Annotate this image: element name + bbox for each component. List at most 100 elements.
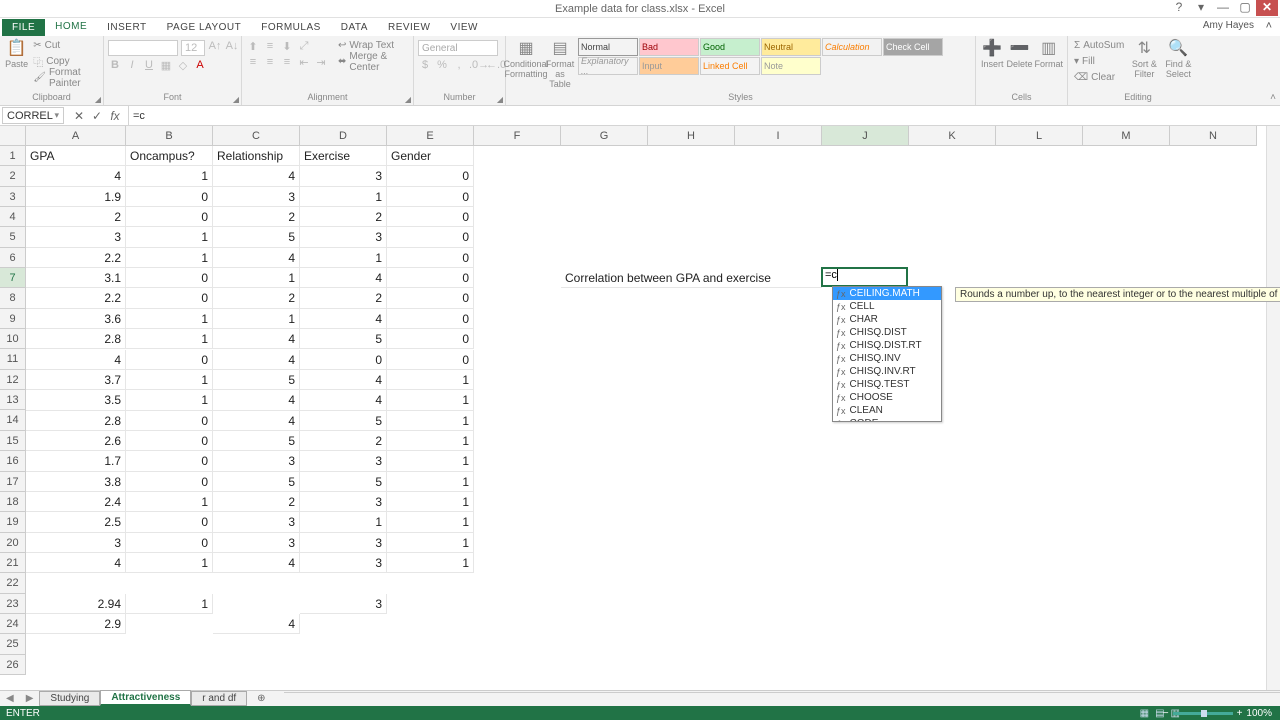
column-header[interactable]: D bbox=[300, 126, 387, 146]
cell[interactable]: 5 bbox=[213, 370, 300, 390]
shrink-font-icon[interactable]: A↓ bbox=[225, 40, 239, 56]
column-header[interactable]: E bbox=[387, 126, 474, 146]
zoom-slider[interactable] bbox=[1173, 712, 1233, 715]
autocomplete-item[interactable]: ƒxCLEAN bbox=[833, 404, 941, 417]
cell[interactable]: 1 bbox=[387, 431, 474, 451]
horizontal-scrollbar[interactable] bbox=[284, 692, 1280, 706]
autocomplete-item[interactable]: ƒxCHISQ.DIST bbox=[833, 326, 941, 339]
cell[interactable]: 1.9 bbox=[26, 187, 126, 207]
new-sheet-button[interactable]: ⊕ bbox=[247, 692, 275, 705]
cell[interactable]: 1 bbox=[387, 411, 474, 431]
cell[interactable]: 3 bbox=[213, 533, 300, 553]
help-icon[interactable]: ? bbox=[1170, 0, 1188, 14]
cell[interactable]: 2.8 bbox=[26, 329, 126, 349]
fx-icon[interactable]: fx bbox=[108, 109, 122, 123]
tab-review[interactable]: REVIEW bbox=[378, 19, 440, 36]
cell[interactable]: 1 bbox=[387, 390, 474, 410]
tab-formulas[interactable]: FORMULAS bbox=[251, 19, 331, 36]
cell[interactable]: 1 bbox=[300, 512, 387, 532]
cell[interactable]: 3 bbox=[300, 227, 387, 247]
style-explanatory[interactable]: Explanatory ... bbox=[578, 57, 638, 75]
row-header[interactable]: 23 bbox=[0, 594, 26, 614]
cell[interactable]: 4 bbox=[300, 370, 387, 390]
cell[interactable]: 1 bbox=[387, 553, 474, 573]
delete-cells-button[interactable]: ➖Delete bbox=[1006, 38, 1032, 69]
column-header[interactable]: N bbox=[1170, 126, 1257, 146]
number-format-box[interactable]: General bbox=[418, 40, 498, 56]
cell[interactable]: 1 bbox=[387, 533, 474, 553]
tab-view[interactable]: VIEW bbox=[440, 19, 488, 36]
cell[interactable]: 3 bbox=[26, 227, 126, 247]
cell[interactable]: 1 bbox=[387, 512, 474, 532]
style-good[interactable]: Good bbox=[700, 38, 760, 56]
cell[interactable]: 0 bbox=[387, 329, 474, 349]
zoom-out-button[interactable]: − bbox=[1163, 708, 1169, 719]
align-middle-icon[interactable]: ≡ bbox=[263, 40, 277, 53]
cell[interactable]: 0 bbox=[387, 268, 474, 288]
cell[interactable]: 2.2 bbox=[26, 248, 126, 268]
cell[interactable]: 0 bbox=[387, 288, 474, 308]
indent-dec-icon[interactable]: ⇤ bbox=[297, 56, 311, 69]
autocomplete-item[interactable]: ƒxCHISQ.TEST bbox=[833, 378, 941, 391]
style-normal[interactable]: Normal bbox=[578, 38, 638, 56]
cell[interactable]: 4 bbox=[213, 411, 300, 431]
row-header[interactable]: 25 bbox=[0, 634, 26, 654]
cell[interactable]: GPA bbox=[26, 146, 126, 166]
cell[interactable]: 0 bbox=[126, 533, 213, 553]
font-launcher[interactable]: ◢ bbox=[233, 95, 239, 104]
cell[interactable]: 1 bbox=[126, 370, 213, 390]
cell[interactable]: 1 bbox=[387, 451, 474, 471]
cell[interactable]: 1 bbox=[126, 390, 213, 410]
cell[interactable]: 3 bbox=[213, 451, 300, 471]
cell[interactable]: 1.7 bbox=[26, 451, 126, 471]
border-button[interactable]: ▦ bbox=[159, 59, 173, 72]
style-calculation[interactable]: Calculation bbox=[822, 38, 882, 56]
autocomplete-list[interactable]: ƒxCEILING.MATHƒxCELLƒxCHARƒxCHISQ.DISTƒx… bbox=[833, 287, 941, 421]
cell[interactable]: 2.9 bbox=[26, 614, 126, 634]
cell[interactable]: 0 bbox=[126, 268, 213, 288]
row-header[interactable]: 14 bbox=[0, 410, 26, 430]
cell[interactable]: 2 bbox=[300, 431, 387, 451]
fill-button[interactable]: ▾Fill bbox=[1072, 54, 1126, 69]
cell[interactable]: 3.6 bbox=[26, 309, 126, 329]
column-header[interactable]: F bbox=[474, 126, 561, 146]
cell[interactable]: 1 bbox=[126, 492, 213, 512]
autocomplete-item[interactable]: ƒxCHISQ.INV bbox=[833, 352, 941, 365]
align-top-icon[interactable]: ⬆ bbox=[246, 40, 260, 53]
italic-button[interactable]: I bbox=[125, 59, 139, 72]
cell[interactable]: Oncampus? bbox=[126, 146, 213, 166]
cell[interactable]: 3.7 bbox=[26, 370, 126, 390]
column-header[interactable]: M bbox=[1083, 126, 1170, 146]
format-as-table-button[interactable]: ▤ Format as Table bbox=[544, 38, 576, 89]
row-header[interactable]: 6 bbox=[0, 248, 26, 268]
row-header[interactable]: 24 bbox=[0, 614, 26, 634]
select-all-corner[interactable] bbox=[0, 126, 26, 146]
cell[interactable]: 0 bbox=[126, 512, 213, 532]
cell[interactable]: 1 bbox=[126, 329, 213, 349]
cell[interactable]: 1 bbox=[300, 187, 387, 207]
cell[interactable]: 0 bbox=[126, 288, 213, 308]
row-header[interactable]: 7 bbox=[0, 268, 26, 288]
autocomplete-item[interactable]: ƒxCHISQ.INV.RT bbox=[833, 365, 941, 378]
cell[interactable]: 3 bbox=[300, 553, 387, 573]
sheet-nav-next-icon[interactable]: ▶ bbox=[20, 693, 40, 704]
cell[interactable]: 4 bbox=[300, 390, 387, 410]
column-header[interactable]: H bbox=[648, 126, 735, 146]
cell[interactable]: 1 bbox=[213, 309, 300, 329]
style-bad[interactable]: Bad bbox=[639, 38, 699, 56]
merge-center-button[interactable]: ⬌Merge & Center bbox=[336, 54, 409, 69]
formula-autocomplete[interactable]: ƒxCEILING.MATHƒxCELLƒxCHARƒxCHISQ.DISTƒx… bbox=[832, 286, 942, 422]
minimize-button[interactable]: — bbox=[1212, 0, 1234, 16]
style-checkcell[interactable]: Check Cell bbox=[883, 38, 943, 56]
column-header[interactable]: I bbox=[735, 126, 822, 146]
cell[interactable]: 1 bbox=[387, 472, 474, 492]
cell[interactable]: 4 bbox=[300, 309, 387, 329]
sheet-tab-studying[interactable]: Studying bbox=[39, 691, 100, 706]
inc-decimal-icon[interactable]: .0→ bbox=[469, 59, 483, 71]
row-header[interactable]: 8 bbox=[0, 288, 26, 308]
cell[interactable]: 3 bbox=[300, 492, 387, 512]
cut-button[interactable]: ✂Cut bbox=[31, 38, 99, 53]
namebox-dropdown-icon[interactable]: ▾ bbox=[54, 110, 59, 121]
cell[interactable]: 0 bbox=[126, 207, 213, 227]
cell[interactable]: 5 bbox=[213, 227, 300, 247]
